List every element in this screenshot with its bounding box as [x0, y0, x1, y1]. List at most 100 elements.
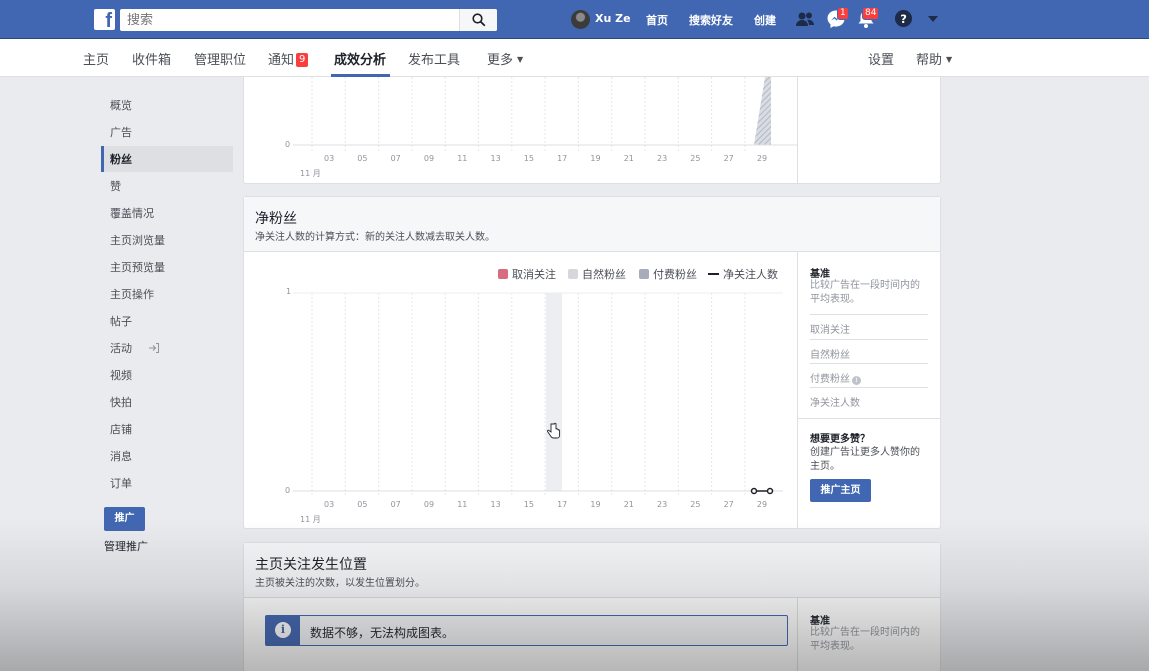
sidebar-item-videos[interactable]: 视频 [110, 367, 132, 383]
x-tick-label: 15 [523, 500, 534, 509]
home-link[interactable]: 首页 [646, 12, 668, 28]
benchmark-row-net-follows[interactable]: 净关注人数 [810, 387, 928, 411]
x-tick-label: 21 [623, 154, 634, 163]
help-menu-label: 帮助 [916, 53, 943, 68]
help-menu[interactable]: 帮助 ▼ [916, 49, 952, 68]
x-tick-label: 23 [657, 154, 668, 163]
promo-text: 创建广告让更多人赞你的主页。 [810, 447, 920, 472]
sidebar-item-messages[interactable]: 消息 [110, 448, 132, 464]
sidebar-item-likes[interactable]: 赞 [110, 178, 121, 194]
chart-area-mark [754, 77, 771, 145]
sidebar-active-indicator [101, 146, 104, 172]
x-tick-label: 13 [490, 500, 501, 509]
benchmark-row-paid[interactable]: 付费粉丝 i [810, 363, 928, 387]
benchmark-title: 基准 [810, 269, 830, 280]
svg-text:?: ? [900, 12, 907, 26]
promote-page-button[interactable]: 推广主页 [810, 479, 871, 502]
x-tick-label: 11 [457, 154, 468, 163]
sidebar-item-orders[interactable]: 订单 [110, 475, 132, 491]
x-tick-label: 09 [423, 154, 435, 163]
chart-gridlines [311, 77, 746, 151]
tab-publishing-tools[interactable]: 发布工具 [408, 49, 460, 68]
top-bar: f Xu Ze 首页 搜索好友 创建 1 84 ? [0, 0, 1149, 39]
x-tick-label: 07 [390, 500, 401, 509]
info-icon[interactable]: i [852, 376, 861, 385]
sidebar-item-followers[interactable]: 粉丝 [110, 151, 132, 167]
benchmark-title: 基准 [810, 616, 830, 627]
benchmark-text: 比较广告在一段时间内的平均表现。 [810, 280, 920, 305]
info-icon-box: i [266, 616, 300, 645]
manage-promotions-link[interactable]: 管理推广 [104, 538, 148, 554]
data-point [766, 487, 774, 495]
hover-column [546, 293, 562, 491]
tab-page-roles[interactable]: 管理职位 [194, 49, 246, 68]
x-tick-label: 23 [657, 500, 668, 509]
find-friends-link[interactable]: 搜索好友 [689, 12, 733, 28]
follow-location-header: 主页关注发生位置 主页被关注的次数，以发生位置划分。 [244, 543, 940, 598]
sidebar-item-posts[interactable]: 帖子 [110, 313, 132, 329]
sidebar-item-shop[interactable]: 店铺 [110, 421, 132, 437]
x-tick-label: 27 [723, 154, 734, 163]
tab-inbox[interactable]: 收件箱 [132, 49, 171, 68]
net-fans-header: 净粉丝 净关注人数的计算方式：新的关注人数减去取关人数。 [244, 197, 940, 252]
search-box[interactable] [120, 9, 497, 31]
sidebar-item-reach[interactable]: 覆盖情况 [110, 205, 154, 221]
x-tick-label: 29 [756, 500, 768, 509]
y-tick-label-max: 1 [286, 287, 292, 296]
follow-location-title: 主页关注发生位置 [255, 557, 367, 573]
search-input[interactable] [120, 9, 460, 31]
net-fans-title: 净粉丝 [255, 211, 297, 227]
no-data-notice: i 数据不够，无法构成图表。 [265, 615, 788, 646]
net-fans-subtitle: 净关注人数的计算方式：新的关注人数减去取关人数。 [255, 232, 495, 243]
x-month-label: 11 月 [300, 515, 321, 524]
x-tick-label: 05 [357, 154, 368, 163]
message-badge: 1 [837, 7, 849, 20]
x-tick-label: 21 [623, 500, 634, 509]
help-icon[interactable]: ? [894, 9, 913, 28]
benchmark-row-organic[interactable]: 自然粉丝 [810, 339, 928, 363]
data-point [750, 487, 758, 495]
x-tick-label: 17 [557, 500, 568, 509]
create-link[interactable]: 创建 [754, 12, 776, 28]
promote-button[interactable]: 推广 [104, 507, 145, 531]
facebook-logo-icon[interactable]: f [94, 9, 115, 30]
x-tick-label: 13 [490, 154, 501, 163]
x-tick-label: 05 [357, 500, 368, 509]
x-tick-label: 09 [423, 500, 435, 509]
x-tick-label: 03 [324, 154, 335, 163]
external-link-icon[interactable] [148, 342, 160, 354]
tab-more[interactable]: 更多 ▼ [487, 49, 523, 68]
friends-icon[interactable] [795, 9, 815, 29]
sidebar-item-stories[interactable]: 快拍 [110, 394, 132, 410]
x-tick-label: 25 [690, 500, 701, 509]
net-fans-chart [293, 292, 783, 497]
tab-more-label: 更多 [487, 53, 514, 68]
x-tick-label: 25 [690, 154, 701, 163]
x-tick-label: 19 [590, 500, 601, 509]
tab-notifications[interactable]: 通知 9 [268, 49, 309, 68]
no-data-message: 数据不够，无法构成图表。 [310, 626, 455, 640]
x-tick-label: 03 [324, 500, 335, 509]
net-follows-line [750, 487, 774, 495]
sidebar-item-page-actions[interactable]: 主页操作 [110, 286, 154, 302]
caret-down-icon[interactable] [928, 15, 938, 23]
more-caret-icon: ▼ [517, 55, 524, 64]
sidebar-item-page-views[interactable]: 主页浏览量 [110, 232, 165, 248]
search-icon [472, 13, 486, 27]
settings-link[interactable]: 设置 [868, 49, 894, 68]
x-month-label: 11 月 [300, 169, 321, 178]
sidebar-item-page-previews[interactable]: 主页预览量 [110, 259, 165, 275]
section-divider [797, 418, 941, 419]
benchmark-row-unfollows[interactable]: 取消关注 [810, 314, 928, 338]
sidebar-item-events[interactable]: 活动 [110, 340, 132, 356]
sidebar-item-overview[interactable]: 概览 [110, 97, 132, 113]
follow-location-subtitle: 主页被关注的次数，以发生位置划分。 [255, 578, 425, 589]
x-tick-label: 15 [523, 154, 534, 163]
search-button[interactable] [459, 9, 497, 31]
tab-page[interactable]: 主页 [83, 49, 109, 68]
profile-name-link[interactable]: Xu Ze [595, 12, 631, 25]
tab-insights[interactable]: 成效分析 [334, 49, 386, 68]
benchmark-row-label: 付费粉丝 [810, 374, 850, 385]
sidebar-item-ads[interactable]: 广告 [110, 124, 132, 140]
avatar[interactable] [571, 10, 590, 29]
